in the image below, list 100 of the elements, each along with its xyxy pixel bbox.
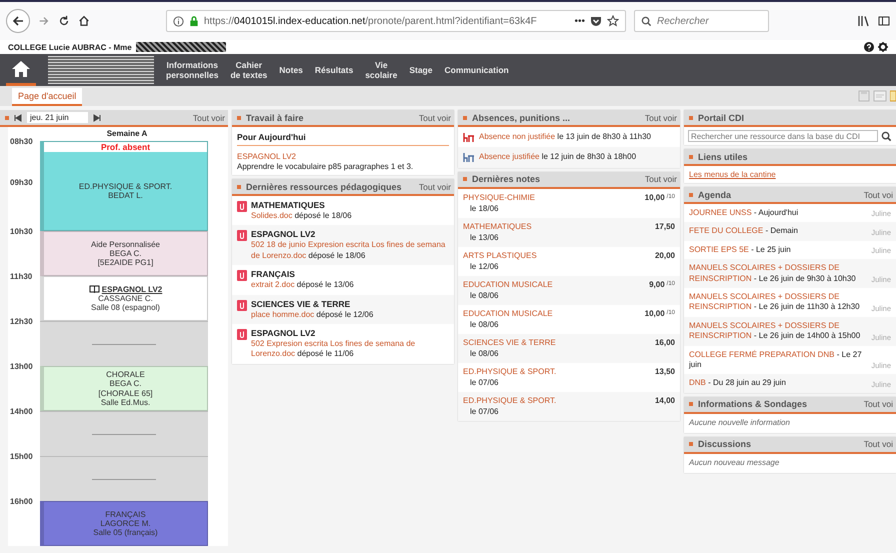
agenda-event[interactable]: MANUELS SCOLAIRES + DOSSIERS DE REINSCRIPTION - Le 26 juin de 11h30 à 12h30 bbox=[689, 292, 868, 313]
previous-icon[interactable] bbox=[14, 114, 22, 122]
course-title[interactable]: ESPAGNOL LV2 bbox=[102, 284, 162, 294]
more-actions-button[interactable]: ••• bbox=[574, 16, 585, 26]
nav-menu-item[interactable]: Notes bbox=[279, 64, 303, 76]
see-all-link[interactable]: Tout voi bbox=[864, 439, 893, 450]
resource-entry: 502 18 de junio Expresion escrita Los fines de semana de Lorenzo.doc déposé le 18/06 bbox=[251, 240, 446, 262]
agenda-event[interactable]: FETE DU COLLEGE - Demain bbox=[689, 226, 868, 237]
grade-value: 13,50 bbox=[654, 366, 675, 376]
attachment-icon bbox=[237, 300, 247, 311]
bullet-icon bbox=[463, 116, 467, 120]
attachment-icon bbox=[237, 201, 247, 212]
nav-menu-item[interactable]: Communication bbox=[444, 64, 509, 76]
course-block[interactable]: ESPAGNOL LV2 CASSAGNE C. Salle 08 (espagnol) bbox=[40, 276, 208, 321]
agenda-event[interactable]: SORTIE EPS 5E - Le 25 juin bbox=[689, 244, 868, 256]
course-text: ED.PHYSIQUE & SPORT. bbox=[78, 182, 172, 191]
subject-name: ESPAGNOL LV2 bbox=[251, 328, 316, 338]
subject-name: ESPAGNOL LV2 bbox=[251, 229, 316, 240]
panel-title: Portail CDI bbox=[698, 112, 744, 122]
subject-name: SCIENCES VIE & TERRE bbox=[251, 298, 352, 309]
subject-name: FRANÇAIS bbox=[251, 269, 296, 280]
panel-title: Liens utiles bbox=[698, 152, 748, 162]
nav-menu-item[interactable]: Résultats bbox=[314, 64, 354, 76]
bullet-icon bbox=[689, 442, 693, 446]
reload-icon[interactable] bbox=[58, 15, 70, 27]
subject-name: ED.PHYSIQUE & SPORT. bbox=[463, 366, 558, 376]
see-all-link[interactable]: Tout voi bbox=[864, 190, 893, 200]
agenda-event[interactable]: JOURNEE UNSS - Aujourd'hui bbox=[689, 208, 868, 218]
see-all-link[interactable]: Tout voi bbox=[864, 399, 893, 410]
resource-entry: Solides.doc déposé le 18/06 bbox=[251, 211, 352, 222]
forward-icon[interactable] bbox=[38, 15, 50, 27]
time-label: 08h30 bbox=[9, 137, 34, 148]
useful-link[interactable]: Les menus de la cantine bbox=[689, 170, 776, 179]
grade-date: le 07/06 bbox=[469, 378, 500, 387]
panel-title: Informations & Sondages bbox=[698, 399, 808, 410]
address-bar[interactable]: https://0401015l.index-education.net/pronote/parent.html?identifiant=63k4F ••• bbox=[166, 10, 626, 32]
panel-title: Agenda bbox=[698, 190, 732, 200]
time-label: 14h00 bbox=[9, 407, 34, 418]
course-block[interactable]: Aide Personnalisée BEGA C. [5E2AIDE PG1] bbox=[40, 231, 208, 276]
nav-menu-item[interactable]: Informations personnelles bbox=[166, 60, 218, 80]
agenda-event[interactable]: MANUELS SCOLAIRES + DOSSIERS DE REINSCRIPTION - Le 26 juin de 9h30 à 10h30 bbox=[689, 263, 868, 284]
book-icon bbox=[88, 285, 100, 294]
see-all-link[interactable]: Tout voir bbox=[644, 174, 677, 184]
see-all-link[interactable]: Tout voir bbox=[418, 112, 451, 122]
info-icon[interactable] bbox=[173, 16, 184, 26]
help-icon[interactable] bbox=[864, 42, 874, 52]
page-tab[interactable]: Page d'accueil bbox=[12, 88, 82, 106]
panel-title: Absences, punitions ... bbox=[472, 112, 570, 122]
see-all-link[interactable]: Tout voir bbox=[644, 112, 677, 122]
time-label: 10h30 bbox=[9, 227, 34, 238]
resource-entry: extrait 2.doc déposé le 13/06 bbox=[251, 280, 354, 291]
course-block[interactable]: Prof. absent ED.PHYSIQUE & SPORT. BEDAT L. bbox=[40, 141, 208, 231]
see-all-link[interactable]: Tout voir bbox=[192, 112, 225, 122]
date-field[interactable]: jeu. 21 juin bbox=[27, 112, 88, 123]
subject-name: MATHEMATIQUES bbox=[251, 200, 326, 210]
agenda-event[interactable]: COLLEGE FERMÉ PREPARATION DNB - Le 27 juin bbox=[689, 350, 868, 370]
time-label: 16h00 bbox=[9, 497, 34, 508]
star-icon[interactable] bbox=[607, 15, 619, 27]
library-icon[interactable] bbox=[858, 15, 870, 27]
nav-menu-item[interactable]: Vie scolaire bbox=[365, 60, 398, 80]
agenda-event[interactable]: MANUELS SCOLAIRES + DOSSIERS DE REINSCRIPTION - Le 26 juin de 14h00 à 15h00 bbox=[689, 320, 868, 342]
attachment-icon bbox=[237, 328, 247, 340]
grade-value: 10,00 bbox=[644, 192, 665, 202]
search-field[interactable]: Rechercher une ressource dans la base du CDI bbox=[688, 130, 878, 142]
back-button[interactable] bbox=[6, 9, 30, 33]
url-text: https://0401015l.index-education.net/pronote/parent.html?identifiant=63k4F bbox=[204, 16, 538, 26]
grade-value: 17,50 bbox=[654, 222, 675, 231]
subject-name: EDUCATION MUSICALE bbox=[463, 280, 554, 289]
agenda-event[interactable]: DNB - Du 28 juin au 29 juin bbox=[689, 378, 868, 389]
course-block[interactable]: CHORALE BEGA C. [CHORALE 65] Salle Ed.Mus. bbox=[40, 366, 208, 411]
subject-name: ESPAGNOL LV2 bbox=[237, 152, 297, 161]
next-icon[interactable] bbox=[93, 114, 101, 122]
grade-date: le 07/06 bbox=[469, 406, 500, 416]
search-field[interactable]: Rechercher bbox=[634, 10, 769, 32]
subject-name: ED.PHYSIQUE & SPORT. bbox=[463, 396, 558, 405]
time-label: 13h00 bbox=[9, 362, 34, 373]
lock-icon bbox=[189, 16, 199, 26]
course-text: BEGA C. bbox=[109, 248, 142, 258]
home-icon[interactable] bbox=[78, 15, 90, 27]
grade-date: le 13/06 bbox=[469, 232, 500, 242]
homework-text: Apprendre le vocabulaire p85 paragraphes 1 et 3. bbox=[237, 162, 414, 171]
course-text: FRANÇAIS bbox=[105, 510, 146, 519]
pocket-icon[interactable] bbox=[590, 15, 602, 27]
sidebar-icon[interactable] bbox=[878, 15, 890, 27]
search-icon[interactable] bbox=[881, 130, 892, 142]
subject-name: MATHEMATIQUES bbox=[463, 222, 533, 231]
search-icon bbox=[641, 16, 652, 26]
bullet-icon bbox=[5, 116, 9, 120]
attachment-icon bbox=[237, 270, 247, 282]
nav-menu-item[interactable]: Stage bbox=[409, 64, 432, 76]
bullet-icon bbox=[237, 184, 241, 188]
empty-message: Aucune nouvelle information bbox=[688, 416, 791, 429]
see-all-link[interactable]: Tout voir bbox=[418, 182, 451, 192]
nav-menu-item[interactable]: Cahier de textes bbox=[230, 60, 268, 80]
bullet-icon bbox=[689, 154, 693, 158]
settings-icon[interactable] bbox=[878, 42, 888, 52]
bullet-icon bbox=[237, 116, 241, 120]
subject-name: SCIENCES VIE & TERRE bbox=[463, 338, 557, 347]
bullet-icon bbox=[689, 192, 693, 196]
course-text: [5E2AIDE PG1] bbox=[98, 258, 154, 268]
